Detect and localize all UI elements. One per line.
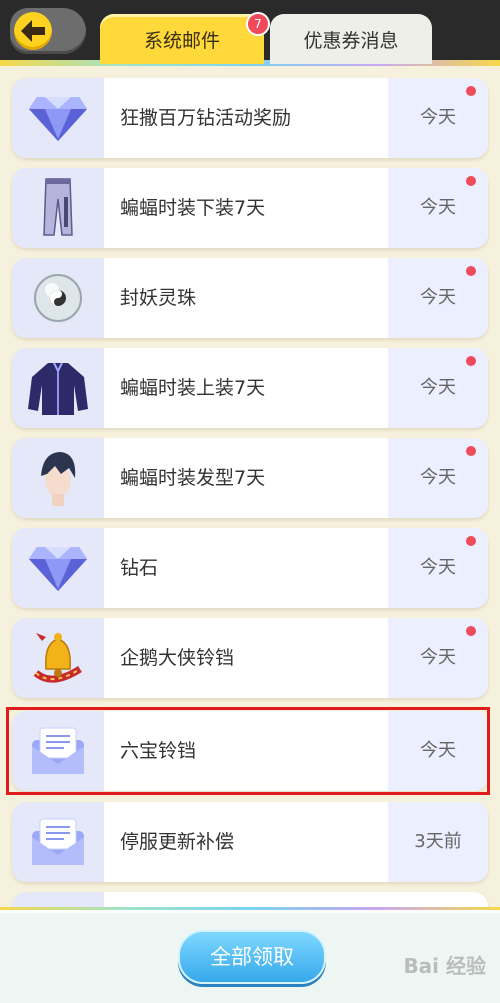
mail-row[interactable]: 六宝铃铛 今天 bbox=[12, 711, 488, 791]
mail-row[interactable]: 企鹅大侠铃铛 今天 bbox=[12, 618, 488, 698]
mail-icon-box bbox=[12, 802, 104, 882]
hair-icon bbox=[41, 452, 76, 506]
watermark-logo: Bai 经验 bbox=[403, 954, 486, 978]
back-arrow-icon bbox=[21, 20, 45, 42]
mail-row[interactable]: 蝙蝠时装上装7天 今天 bbox=[12, 348, 488, 428]
mail-subject: 蝙蝠时装上装7天 bbox=[120, 377, 266, 399]
diamond-icon bbox=[29, 97, 87, 141]
mail-subject: 企鹅大侠铃铛 bbox=[120, 647, 235, 669]
tab-coupon-messages-label: 优惠券消息 bbox=[303, 29, 399, 52]
mail-icon-box bbox=[12, 618, 104, 698]
mail-row[interactable]: 钻石 今天 bbox=[12, 528, 488, 608]
envelope-icon bbox=[32, 818, 84, 865]
mail-icon-box bbox=[12, 711, 104, 791]
pants-icon bbox=[43, 178, 73, 236]
envelope-icon bbox=[32, 727, 84, 774]
mail-icon-box bbox=[12, 348, 104, 428]
claim-all-button[interactable]: 全部领取 bbox=[178, 930, 326, 984]
mail-icon-box bbox=[12, 438, 104, 518]
mail-subject: 蝙蝠时装下装7天 bbox=[120, 197, 266, 219]
tab-system-mail-label: 系统邮件 bbox=[143, 29, 220, 52]
mail-row[interactable]: 停服更新补偿 3天前 bbox=[12, 802, 488, 882]
back-button-tail bbox=[58, 12, 84, 38]
unread-dot bbox=[466, 356, 476, 366]
unread-dot bbox=[466, 446, 476, 456]
mail-subject: 蝙蝠时装发型7天 bbox=[120, 467, 266, 489]
orb-icon bbox=[34, 274, 82, 322]
mail-subject: 封妖灵珠 bbox=[120, 287, 197, 309]
unread-count-badge: 7 bbox=[246, 12, 270, 36]
mail-row[interactable]: 蝙蝠时装下装7天 今天 bbox=[12, 168, 488, 248]
mail-icon-box bbox=[12, 78, 104, 158]
mail-subject: 停服更新补偿 bbox=[120, 831, 235, 853]
unread-dot bbox=[466, 266, 476, 276]
back-button[interactable] bbox=[10, 8, 86, 54]
jacket-icon bbox=[28, 362, 88, 415]
mail-date: 3天前 bbox=[388, 802, 488, 882]
tab-coupon-messages[interactable]: 优惠券消息 bbox=[270, 14, 432, 64]
unread-dot bbox=[466, 626, 476, 636]
mail-row[interactable]: 蝙蝠时装发型7天 今天 bbox=[12, 438, 488, 518]
mail-icon-box bbox=[12, 258, 104, 338]
unread-dot bbox=[466, 536, 476, 546]
mail-subject: 钻石 bbox=[120, 557, 159, 579]
tab-system-mail[interactable]: 系统邮件 bbox=[100, 14, 264, 64]
diamond-icon bbox=[29, 547, 87, 591]
bell-icon bbox=[33, 633, 82, 683]
mail-list[interactable]: 狂撒百万钻活动奖励 今天 蝙蝠时装下装7天 今天 封妖灵珠 今天 蝙蝠时装上装7… bbox=[0, 70, 500, 916]
mail-icon-box bbox=[12, 168, 104, 248]
mail-icon-box bbox=[12, 528, 104, 608]
mail-row[interactable]: 狂撒百万钻活动奖励 今天 bbox=[12, 78, 488, 158]
mail-subject: 狂撒百万钻活动奖励 bbox=[120, 107, 292, 129]
unread-dot bbox=[466, 86, 476, 96]
mail-subject: 六宝铃铛 bbox=[120, 740, 197, 762]
mail-date: 今天 bbox=[388, 711, 488, 791]
mail-row[interactable]: 封妖灵珠 今天 bbox=[12, 258, 488, 338]
unread-dot bbox=[466, 176, 476, 186]
